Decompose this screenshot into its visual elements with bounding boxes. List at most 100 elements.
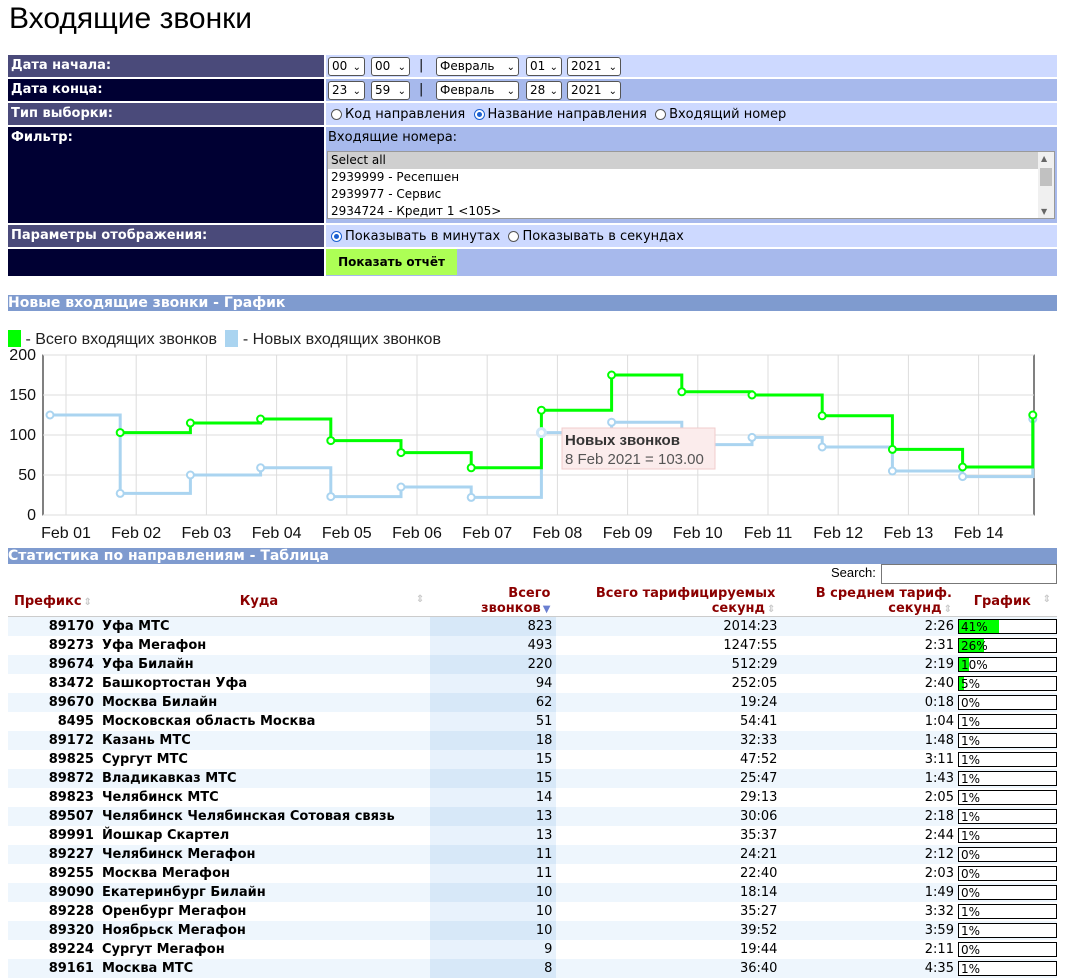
start-hour-select[interactable]: 00 ⌄ [328,57,365,76]
y-tick-label: 200 [9,347,36,364]
cell-avg: 1:43 [781,769,958,788]
table-row: 89227 Челябинск Мегафон 11 24:21 2:12 0% [8,845,1057,864]
share-bar: 1% [957,961,1057,976]
start-minute-select[interactable]: 00 ⌄ [371,57,410,76]
search-input[interactable] [881,564,1057,584]
series-0-point [817,411,827,421]
col-header-billed-seconds[interactable]: Всего тарифицируемых секунд ⇕ [556,586,782,617]
cell-avg: 2:05 [781,788,958,807]
cell-calls: 13 [430,807,557,826]
chevron-down-icon: ⌄ [608,86,617,97]
scroll-thumb[interactable] [1040,168,1052,186]
cell-avg: 2:03 [781,864,958,883]
tooltip-title: Новых звонков [565,432,680,449]
cell-avg: 2:26 [781,616,958,636]
col-header-total-calls[interactable]: Всего звонков ▼ [430,586,557,617]
start-date-row: Дата начала: 00 ⌄ 00 ⌄ | Февраль ⌄ 01 ⌄ 2021… [8,55,1057,79]
list-option[interactable]: 2934724 - Кредит 1 <105> [328,203,1054,220]
series-0-point [256,414,266,424]
list-option[interactable]: Select all [328,152,1054,169]
table-row: 89170 Уфа МТС 823 2014:23 2:26 41% [8,616,1057,636]
share-bar: 1% [957,733,1057,748]
series-1-point [326,492,336,502]
end-hour-select[interactable]: 23 ⌄ [328,81,365,100]
chevron-down-icon: ⌄ [549,62,558,73]
col-header-graph[interactable]: График ⇕ [957,586,1057,617]
report-form: Дата начала: 00 ⌄ 00 ⌄ | Февраль ⌄ 01 ⌄ 2021… [8,55,1057,276]
share-percent: 0% [960,848,981,862]
cell-dest: Московская область Москва [97,712,431,731]
cell-secs: 19:44 [556,940,782,959]
share-bar: 10% [957,657,1057,672]
cell-graph: 1% [957,921,1057,940]
share-percent: 26% [960,639,988,653]
radio-name-option[interactable]: Название направления [473,107,647,122]
series-0-point [607,370,617,380]
cell-prefix: 89823 [8,788,98,807]
radio-icon [655,109,667,120]
cell-prefix: 89172 [8,731,98,750]
cell-calls: 493 [430,636,557,655]
table-row: 8495 Московская область Москва 51 54:41 1:04… [8,712,1057,731]
list-option[interactable]: 2939977 - Сервис [328,186,1054,203]
show-report-button[interactable]: Показать отчёт [326,249,457,275]
radio-seconds-option[interactable]: Показывать в секундах [508,229,684,244]
col-header-avg-seconds[interactable]: В среднем тариф. секунд ⇕ [781,586,958,617]
end-month-select[interactable]: Февраль ⌄ [436,81,519,100]
filter-row: Фильтр: Входящие номера: Select all 2939… [8,127,1057,225]
cell-avg: 2:44 [781,826,958,845]
end-day-select[interactable]: 28 ⌄ [526,81,562,100]
end-date-row: Дата конца: 23 ⌄ 59 ⌄ | Февраль ⌄ 28 ⌄ 2021 ⌄ [8,79,1057,103]
end-year-select[interactable]: 2021 ⌄ [567,81,621,100]
series-0-point [185,418,195,428]
x-tick-label: Feb 03 [181,525,231,542]
series-0-point [747,390,757,400]
cell-graph: 1% [957,807,1057,826]
start-month-select[interactable]: Февраль ⌄ [436,57,519,76]
cell-calls: 220 [430,655,557,674]
cell-avg: 2:12 [781,845,958,864]
cell-graph: 1% [957,712,1057,731]
incoming-numbers-listbox[interactable]: Select all 2939999 - Ресепшен 2939977 - … [327,151,1055,219]
start-year-select[interactable]: 2021 ⌄ [567,57,621,76]
series-0-point [536,405,546,415]
cell-dest: Уфа МТС [97,616,431,636]
series-1-point [45,410,55,420]
cell-calls: 13 [430,826,557,845]
cell-secs: 2014:23 [556,616,782,636]
series-0-point [396,448,406,458]
start-day-select[interactable]: 01 ⌄ [526,57,562,76]
cell-graph: 1% [957,769,1057,788]
cell-calls: 8 [430,959,557,978]
x-tick-label: Feb 04 [252,525,302,542]
radio-number-option[interactable]: Входящий номер [655,107,786,122]
y-tick-label: 50 [18,467,36,484]
share-percent: 1% [960,810,981,824]
tooltip-value: 8 Feb 2021 = 103.00 [565,451,704,468]
radio-code-option[interactable]: Код направления [331,107,465,122]
share-percent: 1% [960,772,981,786]
share-bar: 0% [957,942,1057,957]
cell-dest: Казань МТС [97,731,431,750]
x-tick-label: Feb 11 [744,525,793,542]
scroll-up-icon[interactable]: ▲ [1041,154,1047,163]
y-tick-label: 100 [9,427,36,444]
series-0-point [326,436,336,446]
col-header-prefix[interactable]: Префикс ⇕ [8,586,98,617]
cell-avg: 2:19 [781,655,958,674]
cell-dest: Ноябрьск Мегафон [97,921,431,940]
cell-avg: 1:48 [781,731,958,750]
scroll-down-icon[interactable]: ▼ [1041,207,1047,216]
col-header-destination[interactable]: Куда ⇕ [97,586,431,617]
series-1-point [817,442,827,452]
list-option[interactable]: 2939999 - Ресепшен [328,169,1054,186]
share-bar: 1% [957,809,1057,824]
cell-prefix: 89507 [8,807,98,826]
cell-calls: 18 [430,731,557,750]
listbox-scrollbar[interactable]: ▲ ▼ [1038,152,1054,218]
cell-prefix: 89872 [8,769,98,788]
end-minute-select[interactable]: 59 ⌄ [371,81,410,100]
cell-prefix: 89670 [8,693,98,712]
radio-minutes-option[interactable]: Показывать в минутах [331,229,500,244]
cell-graph: 1% [957,959,1057,978]
